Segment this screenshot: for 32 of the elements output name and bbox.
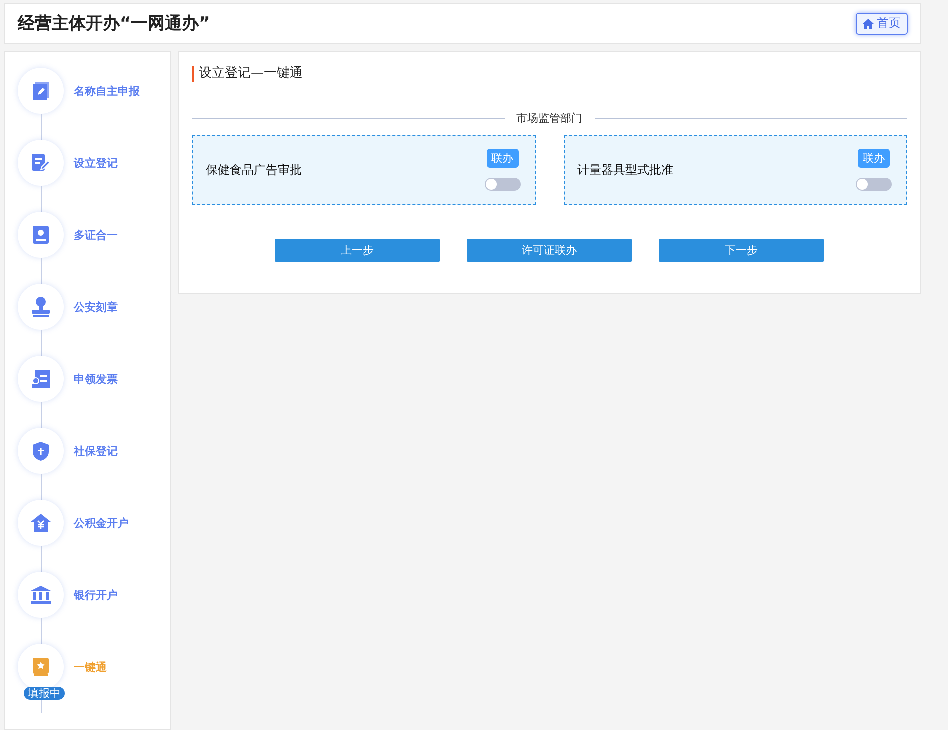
panel-title: 设立登记—一键通: [192, 66, 907, 82]
certificate-icon: [33, 226, 49, 244]
step-label[interactable]: 公积金开户: [74, 516, 129, 530]
step-label[interactable]: 申领发票: [74, 372, 118, 386]
toggle-switch[interactable]: [484, 178, 520, 191]
permit-name: 保健食品广告审批: [206, 162, 302, 178]
toggle-switch[interactable]: [856, 178, 892, 191]
status-badge: 填报中: [24, 687, 65, 700]
step-label[interactable]: 一键通: [74, 660, 107, 674]
home-button[interactable]: 首页: [856, 12, 908, 34]
notebook-icon: [33, 82, 49, 100]
step-label[interactable]: 名称自主申报: [74, 84, 140, 98]
shield-icon: [33, 442, 49, 460]
page-title: 经营主体开办“一网通办”: [18, 13, 210, 35]
step-label[interactable]: 多证合一: [74, 228, 118, 242]
step-label[interactable]: 公安刻章: [74, 300, 118, 314]
joint-tag: 联办: [486, 149, 518, 168]
home-icon: [863, 18, 874, 28]
section-label: 市场监管部门: [516, 111, 582, 126]
invoice-icon: [32, 370, 50, 388]
bank-icon: [31, 586, 51, 604]
action-button[interactable]: 上一步: [275, 239, 440, 262]
house-yen-icon: [31, 514, 51, 532]
step-label[interactable]: 设立登记: [74, 156, 118, 170]
permit-name: 计量器具型式批准: [578, 162, 674, 178]
action-button[interactable]: 下一步: [659, 239, 824, 262]
step-label[interactable]: 社保登记: [74, 444, 118, 458]
action-button[interactable]: 许可证联办: [467, 239, 632, 262]
form-edit-icon: [32, 154, 50, 172]
joint-tag: 联办: [858, 149, 890, 168]
stamp-icon: [32, 297, 50, 317]
step-label[interactable]: 银行开户: [74, 588, 118, 602]
